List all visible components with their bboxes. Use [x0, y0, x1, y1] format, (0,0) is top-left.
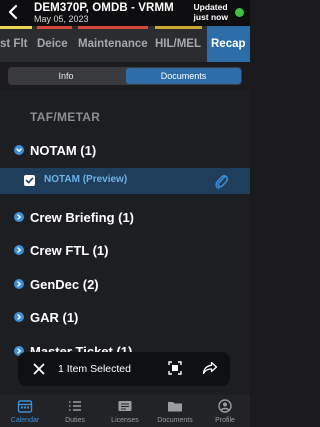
tab-first-flight[interactable]: st Flt: [0, 26, 32, 62]
nav-label: Documents: [157, 417, 193, 424]
tab-label: HIL/MEL: [155, 38, 201, 50]
nav-documents[interactable]: Documents: [150, 395, 200, 427]
sync-status-line2: just now: [193, 11, 228, 22]
group-label: NOTAM (1): [30, 142, 97, 158]
nav-label: Licenses: [111, 417, 139, 424]
group-label: GenDec (2): [30, 276, 99, 292]
nav-licenses[interactable]: Licenses: [100, 395, 150, 427]
back-chevron-icon[interactable]: [6, 4, 20, 20]
folder-icon: [167, 399, 183, 413]
nav-calendar[interactable]: Calendar: [0, 395, 50, 427]
nav-label: Duties: [65, 417, 85, 424]
sync-status-dot-icon: [235, 8, 244, 17]
chevron-down-icon: [14, 145, 24, 155]
group-crew-briefing[interactable]: Crew Briefing (1): [14, 207, 134, 227]
nav-profile[interactable]: Profile: [200, 395, 250, 427]
group-gar[interactable]: GAR (1): [14, 307, 78, 327]
group-crew-ftl[interactable]: Crew FTL (1): [14, 240, 109, 260]
documents-list: TAF/METAR NOTAM (1) NOTAM (Preview) Crew…: [0, 90, 250, 395]
select-all-icon[interactable]: [168, 361, 182, 375]
group-gendec[interactable]: GenDec (2): [14, 274, 99, 294]
license-icon: [117, 399, 133, 413]
close-icon[interactable]: [32, 361, 46, 377]
chevron-right-icon: [14, 212, 24, 222]
document-item-label: NOTAM (Preview): [44, 174, 128, 185]
calendar-icon: [17, 399, 33, 413]
tab-label: Recap: [211, 38, 246, 50]
share-icon[interactable]: [202, 361, 218, 375]
segment-info[interactable]: Info: [9, 68, 123, 84]
tab-status-bar: [155, 26, 202, 29]
group-notam[interactable]: NOTAM (1): [14, 140, 96, 160]
chevron-right-icon: [14, 279, 24, 289]
tab-recap[interactable]: Recap: [207, 26, 250, 62]
profile-icon: [217, 399, 233, 413]
nav-label: Profile: [215, 417, 235, 424]
info-documents-segment: Info Documents: [8, 67, 242, 85]
nav-duties[interactable]: Duties: [50, 395, 100, 427]
tab-maintenance[interactable]: Maintenance: [78, 26, 148, 62]
nav-label: Calendar: [10, 417, 40, 424]
group-label: GAR (1): [30, 309, 79, 325]
tab-label: Maintenance: [78, 38, 148, 50]
tab-status-bar: [0, 26, 32, 29]
chevron-right-icon: [14, 245, 24, 255]
group-label: Crew FTL (1): [30, 242, 109, 258]
bottom-navigation: Calendar Duties Licenses Documents Profi…: [0, 395, 250, 427]
selection-count-text: 1 Item Selected: [58, 363, 131, 375]
flight-title: DEM370P, OMDB - VRMM: [34, 2, 174, 14]
top-header: DEM370P, OMDB - VRMM May 05, 2023 Update…: [0, 0, 250, 26]
checkbox-checked-icon[interactable]: [24, 175, 35, 186]
chevron-right-icon: [14, 312, 24, 322]
tab-status-bar: [37, 26, 72, 29]
section-tabs: st Flt Deice Maintenance HIL/MEL Recap: [0, 26, 250, 62]
segment-documents[interactable]: Documents: [126, 68, 241, 84]
flight-date: May 05, 2023: [34, 14, 89, 24]
tab-label: st Flt: [0, 38, 28, 50]
selection-action-bar: 1 Item Selected: [18, 352, 230, 386]
paperclip-icon[interactable]: [214, 172, 229, 190]
tab-hil-mel[interactable]: HIL/MEL: [155, 26, 202, 62]
list-icon: [67, 399, 83, 413]
section-label-taf-metar: TAF/METAR: [30, 110, 101, 124]
tab-status-bar: [78, 26, 148, 29]
document-item-notam-preview[interactable]: NOTAM (Preview): [0, 168, 250, 194]
tab-label: Deice: [37, 38, 68, 50]
sync-status: Updated just now: [193, 2, 228, 22]
tab-deice[interactable]: Deice: [37, 26, 72, 62]
group-label: Crew Briefing (1): [30, 209, 135, 225]
